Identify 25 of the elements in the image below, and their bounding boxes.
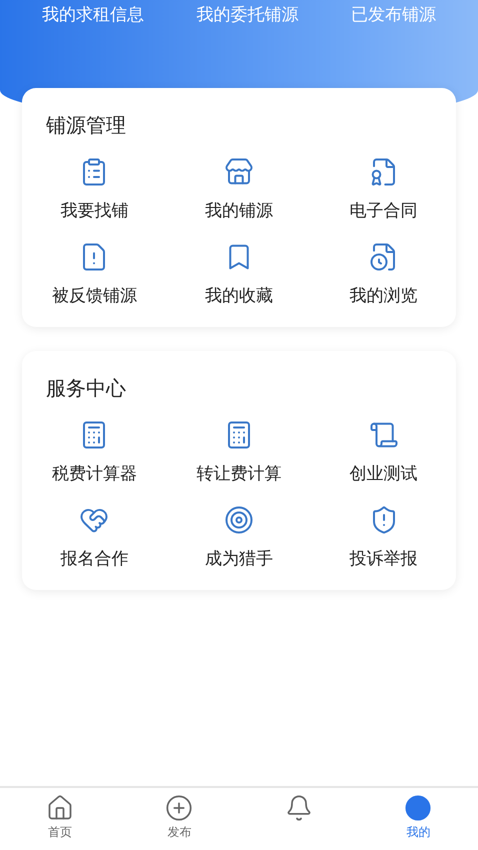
store-icon[interactable] (224, 157, 254, 187)
circle-icon (404, 794, 432, 822)
menu-item-label[interactable]: 被反馈铺源 (52, 284, 137, 307)
bell-icon (284, 794, 313, 822)
menu-item-label[interactable]: 报名合作 (60, 547, 128, 570)
menu-item-label[interactable]: 我的收藏 (204, 284, 273, 307)
menu-item-label[interactable]: 电子合同 (350, 199, 418, 222)
menu-item-label[interactable]: 我的铺源 (204, 199, 273, 222)
menu-item-label[interactable]: 创业测试 (350, 462, 418, 485)
section-title: 服务中心 (45, 375, 127, 402)
nav-tab[interactable]: 发布 (120, 788, 239, 850)
home-icon (46, 794, 74, 822)
menu-item-label[interactable]: 转让费计算 (196, 462, 282, 485)
menu-item-label[interactable]: 税费计算器 (52, 462, 137, 485)
nav-tab[interactable]: 首页 (0, 788, 120, 850)
menu-item-label[interactable]: 投诉举报 (350, 547, 418, 570)
target-icon[interactable] (224, 505, 254, 535)
scroll-icon[interactable] (368, 420, 399, 450)
menu-item-label[interactable]: 成为猎手 (204, 547, 273, 570)
menu-item-label[interactable]: 我的浏览 (350, 284, 418, 307)
header-tab[interactable]: 我的求租信息 (42, 2, 144, 28)
plus-circle-icon (165, 794, 194, 822)
menu-item-label[interactable]: 我要找铺 (60, 199, 128, 222)
section-title: 铺源管理 (45, 112, 127, 139)
nav-tab[interactable]: 我的 (358, 788, 478, 850)
